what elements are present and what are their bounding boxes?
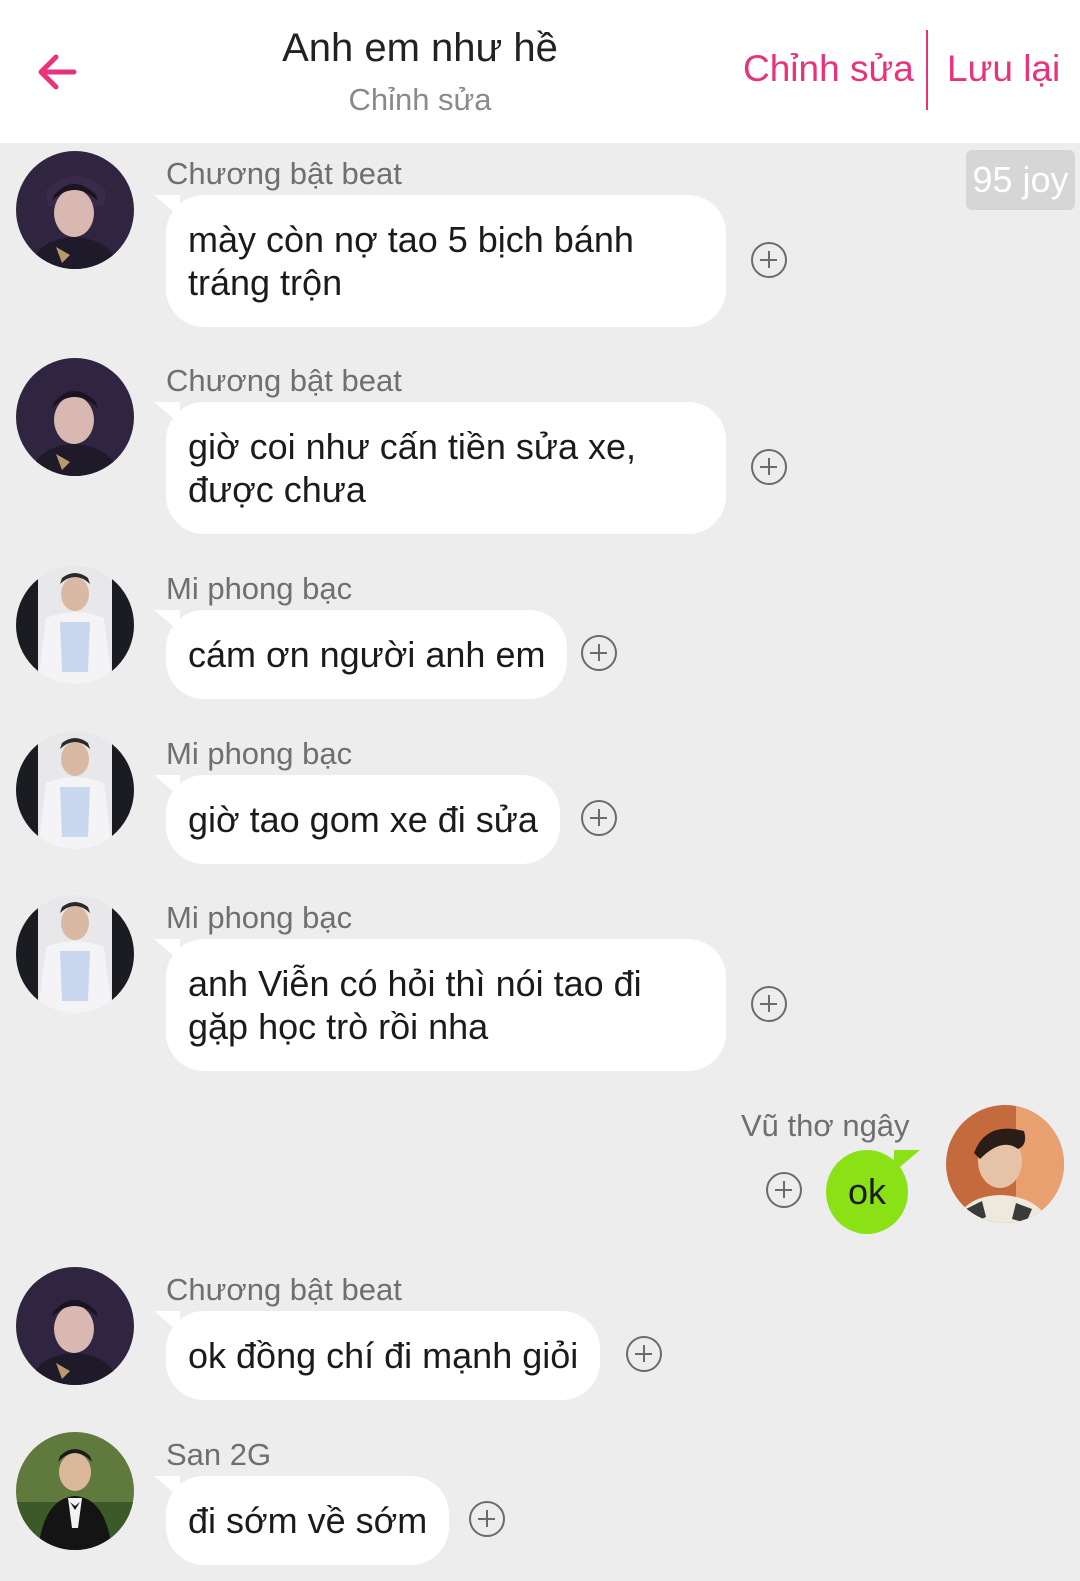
- joy-badge: 95 joy: [966, 150, 1075, 210]
- arrow-left-icon: [38, 54, 77, 90]
- sender-name: Mi phong bạc: [166, 900, 353, 935]
- sender-name: San 2G: [166, 1437, 272, 1472]
- avatar-image: [946, 1105, 1064, 1223]
- back-button[interactable]: [30, 44, 86, 100]
- chat-subtitle: Chỉnh sửa: [348, 82, 492, 117]
- plus-circle-icon[interactable]: [751, 242, 787, 278]
- plus-circle-icon[interactable]: [469, 1501, 505, 1537]
- avatar-image: [16, 895, 134, 1013]
- avatar[interactable]: [16, 731, 134, 849]
- avatar-image: [16, 358, 134, 476]
- avatar[interactable]: [16, 566, 134, 684]
- sender-name: Mi phong bạc: [166, 571, 353, 606]
- message-bubble[interactable]: ok: [826, 1150, 920, 1234]
- message-bubble[interactable]: cám ơn người anh em: [153, 610, 568, 699]
- header-divider: [926, 30, 928, 110]
- sender-name: Chương bật beat: [166, 156, 402, 191]
- message-bubble[interactable]: ok đồng chí đi mạnh giỏi: [153, 1311, 601, 1400]
- chat-header: Anh em như hề Chỉnh sửa Chỉnh sửa Lưu lạ…: [0, 0, 1080, 143]
- sender-name: Chương bật beat: [166, 363, 402, 398]
- sender-name: Mi phong bạc: [166, 736, 353, 771]
- message-bubble[interactable]: đi sớm về sớm: [153, 1476, 450, 1565]
- avatar[interactable]: [946, 1105, 1064, 1223]
- plus-circle-icon[interactable]: [581, 635, 617, 671]
- save-button[interactable]: Lưu lại: [947, 48, 1060, 90]
- avatar-image: [16, 1432, 134, 1550]
- message-bubble[interactable]: giờ coi như cấn tiền sửa xe, được chưa: [154, 402, 726, 534]
- plus-circle-icon[interactable]: [751, 449, 787, 485]
- avatar-image: [16, 566, 134, 684]
- avatar[interactable]: [16, 151, 134, 269]
- avatar-image: [16, 1267, 134, 1385]
- avatar[interactable]: [16, 1432, 134, 1550]
- avatar[interactable]: [16, 1267, 134, 1385]
- sender-name: Vũ thơ ngây: [741, 1108, 910, 1143]
- avatar[interactable]: [16, 358, 134, 476]
- avatar-image: [16, 731, 134, 849]
- edit-button[interactable]: Chỉnh sửa: [743, 48, 914, 90]
- avatar-image: [16, 151, 134, 269]
- plus-circle-icon[interactable]: [766, 1172, 802, 1208]
- message-bubble[interactable]: mày còn nợ tao 5 bịch bánh tráng trộn: [154, 195, 726, 327]
- sender-name: Chương bật beat: [166, 1272, 402, 1307]
- message-bubble[interactable]: giờ tao gom xe đi sửa: [154, 775, 560, 864]
- plus-circle-icon[interactable]: [581, 800, 617, 836]
- avatar[interactable]: [16, 895, 134, 1013]
- plus-circle-icon[interactable]: [751, 986, 787, 1022]
- plus-circle-icon[interactable]: [626, 1336, 662, 1372]
- message-bubble[interactable]: anh Viễn có hỏi thì nói tao đi gặp học t…: [154, 939, 726, 1071]
- chat-title: Anh em như hề: [282, 26, 558, 70]
